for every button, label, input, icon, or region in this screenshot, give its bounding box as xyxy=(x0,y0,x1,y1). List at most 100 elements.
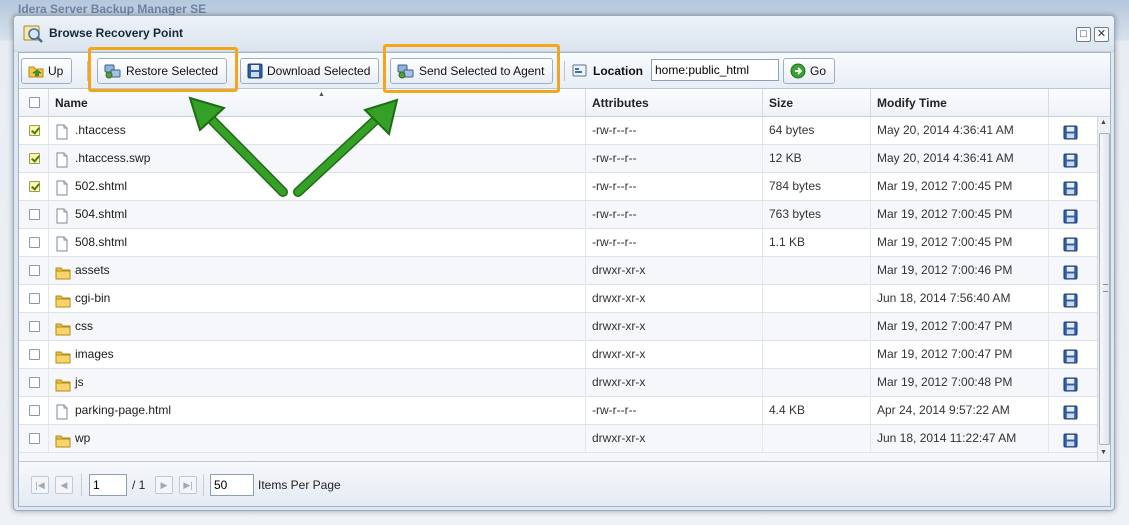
download-row-cell xyxy=(1049,201,1097,228)
column-header-modify-time[interactable]: Modify Time xyxy=(871,89,1049,117)
row-checkbox[interactable] xyxy=(29,125,40,136)
folder-up-icon xyxy=(28,66,44,78)
row-checkbox[interactable] xyxy=(29,153,40,164)
file-name[interactable]: js xyxy=(75,375,84,389)
last-page-button[interactable]: ▶| xyxy=(179,476,197,494)
name-cell[interactable]: cgi-bin xyxy=(49,285,586,312)
name-cell[interactable]: 502.shtml xyxy=(49,173,586,200)
file-name[interactable]: .htaccess xyxy=(75,123,126,137)
name-cell[interactable]: wp xyxy=(49,425,586,452)
close-button[interactable]: ✕ xyxy=(1094,27,1109,42)
file-name[interactable]: 502.shtml xyxy=(75,179,127,193)
previous-page-button[interactable]: ◀ xyxy=(55,476,73,494)
row-select-cell[interactable] xyxy=(19,145,49,172)
select-all-header[interactable] xyxy=(19,89,49,117)
file-name[interactable]: 504.shtml xyxy=(75,207,127,221)
table-row[interactable]: assets drwxr-xr-x Mar 19, 2012 7:00:46 PM xyxy=(19,257,1097,285)
items-per-page-input[interactable] xyxy=(210,474,254,496)
file-name[interactable]: parking-page.html xyxy=(75,403,171,417)
dialog-titlebar[interactable]: Browse Recovery Point □ ✕ xyxy=(14,16,1114,52)
table-row[interactable]: 504.shtml -rw-r--r-- 763 bytes Mar 19, 2012… xyxy=(19,201,1097,229)
name-cell[interactable]: css xyxy=(49,313,586,340)
row-select-cell[interactable] xyxy=(19,229,49,256)
name-cell[interactable]: parking-page.html xyxy=(49,397,586,424)
file-name[interactable]: .htaccess.swp xyxy=(75,151,150,165)
file-name[interactable]: wp xyxy=(75,431,90,445)
table-row[interactable]: js drwxr-xr-x Mar 19, 2012 7:00:48 PM xyxy=(19,369,1097,397)
row-select-cell[interactable] xyxy=(19,257,49,284)
modify-time-cell: Mar 19, 2012 7:00:45 PM xyxy=(871,229,1049,256)
location-label: Location xyxy=(593,64,643,78)
column-header-size[interactable]: Size xyxy=(763,89,871,117)
name-cell[interactable]: 508.shtml xyxy=(49,229,586,256)
file-name[interactable]: css xyxy=(75,319,93,333)
row-checkbox[interactable] xyxy=(29,209,40,220)
modify-time-cell: Mar 19, 2012 7:00:48 PM xyxy=(871,369,1049,396)
name-cell[interactable]: 504.shtml xyxy=(49,201,586,228)
row-checkbox[interactable] xyxy=(29,405,40,416)
send-selected-to-agent-button[interactable]: Send Selected to Agent xyxy=(390,58,554,84)
name-cell[interactable]: .htaccess.swp xyxy=(49,145,586,172)
row-select-cell[interactable] xyxy=(19,341,49,368)
maximize-button[interactable]: □ xyxy=(1076,27,1091,42)
row-select-cell[interactable] xyxy=(19,201,49,228)
up-button[interactable]: Up xyxy=(21,58,73,84)
row-select-cell[interactable] xyxy=(19,369,49,396)
name-cell[interactable]: js xyxy=(49,369,586,396)
next-page-button[interactable]: ▶ xyxy=(155,476,173,494)
table-row[interactable]: .htaccess -rw-r--r-- 64 bytes May 20, 2014 … xyxy=(19,117,1097,145)
file-name[interactable]: images xyxy=(75,347,114,361)
go-button-label: Go xyxy=(810,64,827,78)
row-select-cell[interactable] xyxy=(19,285,49,312)
name-cell[interactable]: assets xyxy=(49,257,586,284)
column-header-attributes[interactable]: Attributes xyxy=(586,89,763,117)
table-row[interactable]: cgi-bin drwxr-xr-x Jun 18, 2014 7:56:40 AM xyxy=(19,285,1097,313)
go-button[interactable]: Go xyxy=(783,58,836,84)
file-name[interactable]: assets xyxy=(75,263,110,277)
modify-time-cell: May 20, 2014 4:36:41 AM xyxy=(871,145,1049,172)
scroll-down-arrow-icon[interactable]: ▼ xyxy=(1100,449,1107,456)
row-checkbox[interactable] xyxy=(29,237,40,248)
row-checkbox[interactable] xyxy=(29,293,40,304)
row-checkbox[interactable] xyxy=(29,433,40,444)
download-row-cell xyxy=(1049,397,1097,424)
page-number-input[interactable] xyxy=(89,474,127,496)
file-name[interactable]: 508.shtml xyxy=(75,235,127,249)
column-header-actions xyxy=(1049,89,1110,117)
download-row-cell xyxy=(1049,341,1097,368)
browse-recovery-point-dialog: Browse Recovery Point □ ✕ Up Restore Sel xyxy=(13,15,1115,511)
row-select-cell[interactable] xyxy=(19,397,49,424)
row-checkbox[interactable] xyxy=(29,349,40,360)
vertical-scrollbar[interactable]: ▲ ▼ xyxy=(1097,117,1110,461)
location-input[interactable] xyxy=(651,59,779,81)
background-app-title: Idera Server Backup Manager SE xyxy=(18,2,207,16)
table-row[interactable]: 508.shtml -rw-r--r-- 1.1 KB Mar 19, 2012 7:… xyxy=(19,229,1097,257)
row-checkbox[interactable] xyxy=(29,321,40,332)
scroll-up-arrow-icon[interactable]: ▲ xyxy=(1100,119,1107,126)
download-row-cell xyxy=(1049,173,1097,200)
attributes-cell: drwxr-xr-x xyxy=(586,257,763,284)
row-checkbox[interactable] xyxy=(29,181,40,192)
row-select-cell[interactable] xyxy=(19,313,49,340)
row-checkbox[interactable] xyxy=(29,377,40,388)
name-cell[interactable]: images xyxy=(49,341,586,368)
select-all-checkbox[interactable] xyxy=(29,97,40,108)
file-name[interactable]: cgi-bin xyxy=(75,291,110,305)
name-cell[interactable]: .htaccess xyxy=(49,117,586,144)
row-checkbox[interactable] xyxy=(29,265,40,276)
table-row[interactable]: wp drwxr-xr-x Jun 18, 2014 11:22:47 AM xyxy=(19,425,1097,453)
row-select-cell[interactable] xyxy=(19,173,49,200)
download-selected-button[interactable]: Download Selected xyxy=(240,58,380,84)
table-row[interactable]: parking-page.html -rw-r--r-- 4.4 KB Apr 24,… xyxy=(19,397,1097,425)
row-select-cell[interactable] xyxy=(19,117,49,144)
restore-selected-button[interactable]: Restore Selected xyxy=(97,58,228,84)
scrollbar-thumb[interactable] xyxy=(1099,133,1110,445)
table-row[interactable]: 502.shtml -rw-r--r-- 784 bytes Mar 19, 2012… xyxy=(19,173,1097,201)
row-select-cell[interactable] xyxy=(19,425,49,452)
size-cell xyxy=(763,285,871,312)
modify-time-cell: Mar 19, 2012 7:00:47 PM xyxy=(871,313,1049,340)
table-row[interactable]: images drwxr-xr-x Mar 19, 2012 7:00:47 PM xyxy=(19,341,1097,369)
first-page-button[interactable]: |◀ xyxy=(31,476,49,494)
table-row[interactable]: .htaccess.swp -rw-r--r-- 12 KB May 20, 2014… xyxy=(19,145,1097,173)
table-row[interactable]: css drwxr-xr-x Mar 19, 2012 7:00:47 PM xyxy=(19,313,1097,341)
